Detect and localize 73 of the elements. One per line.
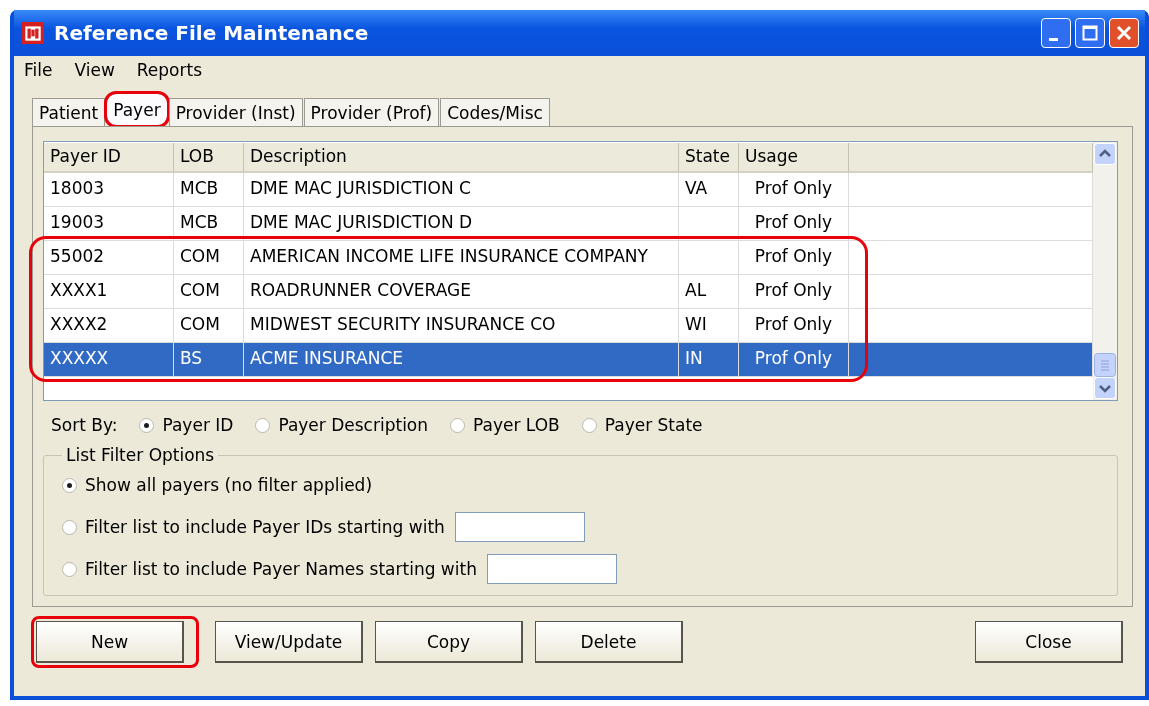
column-header[interactable]: Payer ID bbox=[44, 143, 174, 173]
action-button[interactable]: Copy bbox=[375, 621, 523, 663]
column-header[interactable]: Description bbox=[244, 143, 679, 173]
table-cell: MCB bbox=[180, 212, 219, 232]
table-cell: DME MAC JURISDICTION C bbox=[250, 178, 471, 198]
table-cell: WI bbox=[685, 314, 707, 334]
table-cell: Prof Only bbox=[754, 246, 833, 266]
column-header[interactable]: Usage bbox=[739, 143, 849, 173]
close-dialog-button[interactable]: Close bbox=[975, 621, 1123, 663]
table-cell: Prof Only bbox=[754, 280, 833, 300]
table-cell: XXXX2 bbox=[50, 314, 108, 334]
table-cell: Prof Only bbox=[754, 314, 833, 334]
input-field[interactable] bbox=[486, 554, 617, 584]
table-cell: XXXX1 bbox=[50, 280, 108, 300]
table-row[interactable]: 55002 COM AMERICAN INCOME LIFE INSURANCE COMPANY Prof Only bbox=[44, 241, 1093, 275]
table-cell: MCB bbox=[180, 178, 219, 198]
maximize-button[interactable] bbox=[1075, 18, 1105, 48]
table-cell: MIDWEST SECURITY INSURANCE CO bbox=[250, 314, 556, 334]
scroll-down-icon[interactable] bbox=[1094, 377, 1116, 399]
group-title: List Filter Options bbox=[65, 445, 216, 465]
table-cell: COM bbox=[180, 246, 220, 266]
menu-item[interactable]: File bbox=[24, 60, 53, 80]
table-cell: 55002 bbox=[50, 246, 105, 266]
minimize-icon bbox=[1048, 37, 1058, 41]
table-cell: Prof Only bbox=[754, 178, 833, 198]
tab[interactable]: Patient bbox=[32, 98, 106, 126]
table-cell: AL bbox=[685, 280, 707, 300]
table-cell: AMERICAN INCOME LIFE INSURANCE COMPANY bbox=[250, 246, 648, 266]
tab[interactable]: Provider (Inst) bbox=[168, 98, 303, 126]
close-icon bbox=[1116, 25, 1132, 41]
action-button[interactable]: New bbox=[36, 621, 184, 663]
tab[interactable]: Payer bbox=[106, 93, 168, 126]
radio-label: Payer ID bbox=[162, 415, 234, 435]
tab[interactable]: Provider (Prof) bbox=[303, 98, 440, 126]
sort-label: Sort By: bbox=[51, 415, 118, 435]
radio-label: Payer LOB bbox=[473, 415, 560, 435]
table-cell: ROADRUNNER COVERAGE bbox=[250, 280, 471, 300]
table-cell: XXXXX bbox=[50, 348, 109, 368]
radio-button[interactable]: Payer State bbox=[581, 415, 703, 435]
column-header[interactable]: State bbox=[679, 143, 739, 173]
tab[interactable]: Codes/Misc bbox=[440, 98, 550, 126]
table-cell: Prof Only bbox=[754, 348, 833, 368]
table-row[interactable]: 19003 MCB DME MAC JURISDICTION D Prof Only bbox=[44, 207, 1093, 241]
input-field[interactable] bbox=[454, 512, 585, 542]
radio-button[interactable]: Payer ID bbox=[139, 415, 234, 435]
table-cell: 18003 bbox=[50, 178, 105, 198]
table-row[interactable]: 18003 MCB DME MAC JURISDICTION C VA Prof Only bbox=[44, 173, 1093, 207]
table-cell: VA bbox=[685, 178, 708, 198]
table-cell: Prof Only bbox=[754, 212, 833, 232]
menu-item[interactable]: View bbox=[74, 60, 115, 80]
table-row[interactable]: XXXXX BS ACME INSURANCE IN Prof Only bbox=[44, 343, 1093, 377]
table-cell: COM bbox=[180, 314, 220, 334]
table-cell: 19003 bbox=[50, 212, 105, 232]
scrollbar[interactable] bbox=[1093, 142, 1117, 400]
app-icon bbox=[22, 22, 44, 44]
action-button[interactable]: View/Update bbox=[215, 621, 363, 663]
scroll-thumb[interactable] bbox=[1094, 353, 1116, 377]
menu-item[interactable]: Reports bbox=[136, 60, 202, 80]
table-cell: IN bbox=[685, 348, 703, 368]
table-cell: ACME INSURANCE bbox=[250, 348, 404, 368]
table-row[interactable]: XXXX1 COM ROADRUNNER COVERAGE AL Prof Only bbox=[44, 275, 1093, 309]
window-title: Reference File Maintenance bbox=[54, 21, 369, 45]
scroll-up-icon[interactable] bbox=[1094, 143, 1116, 165]
action-button[interactable]: Delete bbox=[535, 621, 683, 663]
table-cell: BS bbox=[180, 348, 203, 368]
column-header[interactable]: LOB bbox=[174, 143, 244, 173]
table-cell: COM bbox=[180, 280, 220, 300]
maximize-icon bbox=[1082, 25, 1098, 41]
table-cell: DME MAC JURISDICTION D bbox=[250, 212, 473, 232]
minimize-button[interactable] bbox=[1041, 18, 1071, 48]
radio-button[interactable]: Payer LOB bbox=[450, 415, 560, 435]
close-button[interactable] bbox=[1109, 18, 1139, 48]
radio-label: Payer State bbox=[604, 415, 703, 435]
